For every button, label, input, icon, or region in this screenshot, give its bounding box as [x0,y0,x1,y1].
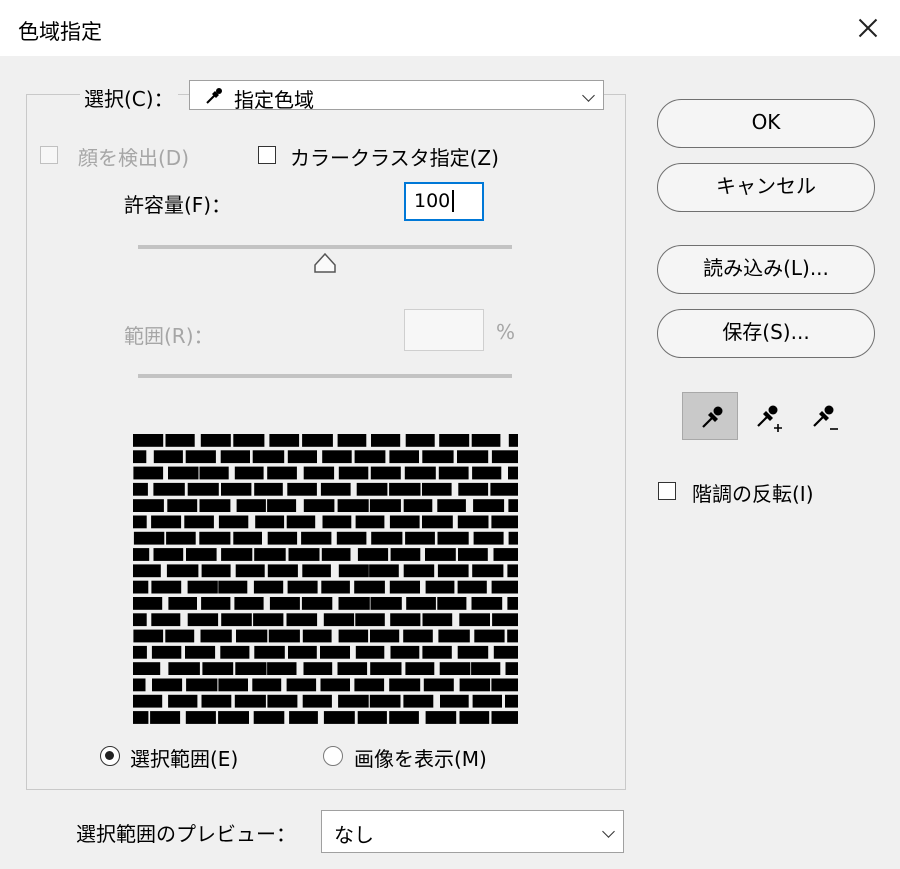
eyedropper-plus-icon [757,405,782,432]
selection-preview-value: なし [334,823,374,847]
close-icon[interactable] [848,10,888,46]
detect-faces-checkbox[interactable] [40,146,58,164]
range-unit: % [496,320,516,344]
cancel-button-label: キャンセル [716,174,816,198]
cancel-button[interactable]: キャンセル [657,163,875,212]
eyedropper-minus-icon [813,405,838,430]
image-radio-label: 画像を表示(M) [354,747,487,771]
fuzziness-input[interactable]: 100 [404,182,484,221]
fuzziness-slider-track[interactable] [138,245,512,249]
load-button-label: 読み込み(L)... [703,256,829,280]
dialog-title: 色域指定 [18,20,102,44]
brick-mask-image [133,434,518,724]
eyedropper-icon [206,88,222,104]
title-bar [0,0,900,56]
subtract-from-sample-tool[interactable] [796,392,852,440]
selection-preview[interactable] [133,433,518,725]
image-radio[interactable] [323,746,343,766]
select-label: 選択(C)： [80,83,178,112]
chevron-down-icon [602,825,615,838]
text-caret [452,190,454,212]
fuzziness-label: 許容量(F)： [124,193,232,217]
localized-clusters-label: カラークラスタ指定(Z) [290,146,499,170]
range-label: 範囲(R)： [124,324,214,348]
load-button[interactable]: 読み込み(L)... [657,245,875,294]
ok-button[interactable]: OK [657,99,875,148]
selection-radio[interactable] [100,746,120,766]
selection-preview-label: 選択範囲のプレビュー： [76,822,296,846]
range-input[interactable] [404,309,484,351]
invert-label: 階調の反転(I) [692,482,814,506]
range-slider-track [138,374,512,378]
add-to-sample-tool[interactable] [740,392,796,440]
select-dropdown[interactable]: 指定色域 [189,80,604,112]
chevron-down-icon [582,89,595,102]
detect-faces-label: 顔を検出(D) [78,146,190,170]
save-button-label: 保存(S)... [722,320,810,344]
invert-checkbox[interactable] [658,482,676,500]
eyedropper-tool[interactable] [682,392,738,440]
ok-button-label: OK [751,110,781,134]
localized-clusters-checkbox[interactable] [258,146,276,164]
selection-radio-label: 選択範囲(E) [130,747,239,771]
save-button[interactable]: 保存(S)... [657,309,875,358]
slider-thumb-icon[interactable] [313,252,337,274]
selection-preview-dropdown[interactable]: なし [321,810,624,853]
eyedropper-icon [702,406,723,428]
fuzziness-value: 100 [414,190,451,212]
select-value: 指定色域 [234,88,314,112]
